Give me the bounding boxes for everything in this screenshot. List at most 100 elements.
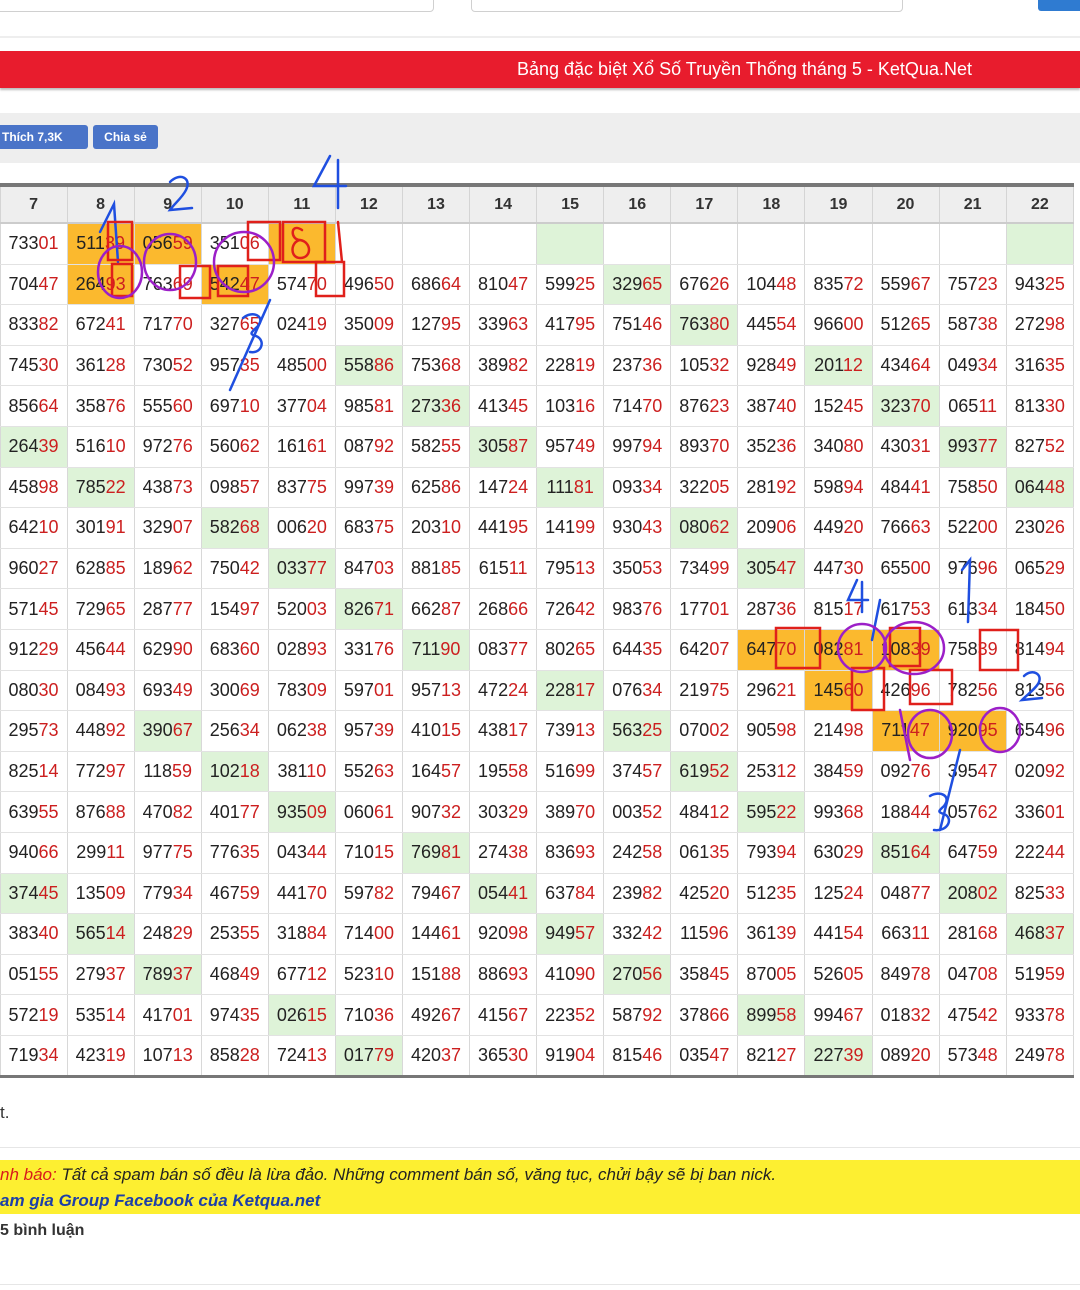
result-prefix: 381 <box>277 761 307 782</box>
result-last-two-digits: 14 <box>38 761 59 782</box>
result-cell: 91229 <box>0 629 68 671</box>
result-prefix: 084 <box>75 679 106 700</box>
result-prefix: 299 <box>76 842 107 863</box>
select-date[interactable] <box>471 0 903 12</box>
day-header: 22 <box>1006 185 1075 224</box>
result-prefix: 264 <box>75 273 106 294</box>
result-prefix: 195 <box>478 761 509 782</box>
result-last-two-digits: 13 <box>441 679 462 700</box>
result-cell <box>804 223 873 265</box>
result-prefix: 472 <box>478 679 509 700</box>
result-prefix: 417 <box>545 314 576 335</box>
result-cell: 05155 <box>0 954 68 996</box>
result-cell: 22739 <box>804 1035 873 1078</box>
result-prefix: 785 <box>75 476 106 497</box>
result-prefix: 470 <box>142 801 173 822</box>
select-province[interactable] <box>0 0 434 12</box>
result-cell: 42696 <box>872 670 940 712</box>
result-last-two-digits: 20 <box>843 517 864 538</box>
result-cell <box>536 223 605 265</box>
result-cell: 41567 <box>469 994 538 1036</box>
result-last-two-digits: 22 <box>105 476 126 497</box>
table-row: 71934 42319 10713 85828 72413 01779 42037 36530… <box>0 1035 1075 1078</box>
result-cell: 08920 <box>872 1035 940 1078</box>
result-cell: 16457 <box>402 751 471 793</box>
result-last-two-digits: 76 <box>642 598 663 619</box>
result-last-two-digits: 65 <box>239 314 260 335</box>
result-prefix: 974 <box>209 1004 240 1025</box>
result-last-two-digits: 85 <box>105 558 126 579</box>
result-last-two-digits: 30 <box>38 355 59 376</box>
result-last-two-digits: 35 <box>642 639 663 660</box>
result-cell <box>268 223 336 265</box>
result-prefix: 571 <box>8 598 39 619</box>
result-cell: 76369 <box>134 264 202 306</box>
result-prefix: 203 <box>410 517 442 538</box>
like-button[interactable]: Thích 7,3K <box>0 125 88 149</box>
result-last-two-digits: 86 <box>441 476 462 497</box>
result-last-two-digits: 73 <box>172 476 193 497</box>
result-cell: 74530 <box>0 345 68 387</box>
result-cell: 76380 <box>670 304 739 346</box>
result-prefix: 776 <box>209 842 240 863</box>
result-prefix: 893 <box>679 436 710 457</box>
result-last-two-digits: 98 <box>508 923 529 944</box>
result-last-two-digits: 06 <box>776 517 797 538</box>
result-cell: 71470 <box>603 385 672 427</box>
result-prefix: 189 <box>142 558 173 579</box>
result-last-two-digits: 24 <box>843 882 864 903</box>
comments-count[interactable]: 5 bình luận <box>0 1222 84 1240</box>
result-cell: 80265 <box>536 629 605 671</box>
result-prefix: 154 <box>209 598 240 619</box>
result-prefix: 062 <box>276 720 307 741</box>
result-last-two-digits: 10 <box>105 436 126 457</box>
result-cell: 30329 <box>469 791 538 833</box>
result-cell: 71190 <box>402 629 471 671</box>
result-cell: 21975 <box>670 670 739 712</box>
result-last-two-digits: 62 <box>709 517 730 538</box>
result-prefix: 043 <box>276 842 307 863</box>
result-last-two-digits: 21 <box>776 679 797 700</box>
result-last-two-digits: 96 <box>977 558 998 579</box>
share-button[interactable]: Chia sẻ <box>93 125 158 149</box>
result-last-two-digits: 75 <box>306 476 327 497</box>
result-cell: 22817 <box>536 670 605 712</box>
table-row: 57145 72965 28777 15497 52003 82671 66287 26866… <box>0 588 1075 630</box>
table-row: 96027 62885 18962 75042 03377 84703 88185 61511… <box>0 548 1075 590</box>
result-cell: 63029 <box>804 832 873 874</box>
result-prefix: 332 <box>612 923 643 944</box>
result-prefix: 782 <box>947 679 978 700</box>
result-cell: 87688 <box>67 791 135 833</box>
result-prefix: 378 <box>679 1004 710 1025</box>
table-row: 38340 56514 24829 25355 31884 71400 14461 92098… <box>0 913 1075 955</box>
result-prefix: 161 <box>276 436 307 457</box>
result-prefix: 726 <box>545 598 576 619</box>
table-row: 83382 67241 71770 32765 02419 35009 12795 33963… <box>0 304 1075 346</box>
result-cell: 48412 <box>670 791 739 833</box>
result-prefix: 104 <box>746 273 777 294</box>
result-last-two-digits: 10 <box>441 517 462 538</box>
result-prefix: 630 <box>813 842 844 863</box>
result-cell: 05762 <box>939 791 1007 833</box>
result-prefix: 082 <box>813 639 844 660</box>
result-prefix: 430 <box>880 436 911 457</box>
result-cell: 38740 <box>737 385 806 427</box>
result-cell: 46849 <box>201 954 269 996</box>
result-prefix: 993 <box>813 801 844 822</box>
result-last-two-digits: 62 <box>172 558 193 579</box>
result-cell: 76981 <box>402 832 471 874</box>
result-prefix: 772 <box>75 761 106 782</box>
result-cell: 08062 <box>670 507 739 549</box>
result-last-two-digits: 84 <box>306 923 327 944</box>
result-prefix: 802 <box>545 639 576 660</box>
facebook-group-link[interactable]: am gia Group Facebook của Ketqua.net <box>0 1191 320 1211</box>
result-cell: 82671 <box>335 588 403 630</box>
result-prefix: 249 <box>1014 1045 1045 1066</box>
result-cell: 82127 <box>737 1035 806 1078</box>
result-last-two-digits: 13 <box>575 720 596 741</box>
result-last-two-digits: 41 <box>508 882 529 903</box>
result-prefix: 870 <box>746 963 777 984</box>
result-cell: 83775 <box>268 467 336 509</box>
result-last-two-digits: 55 <box>441 436 462 457</box>
view-button[interactable] <box>1038 0 1080 11</box>
